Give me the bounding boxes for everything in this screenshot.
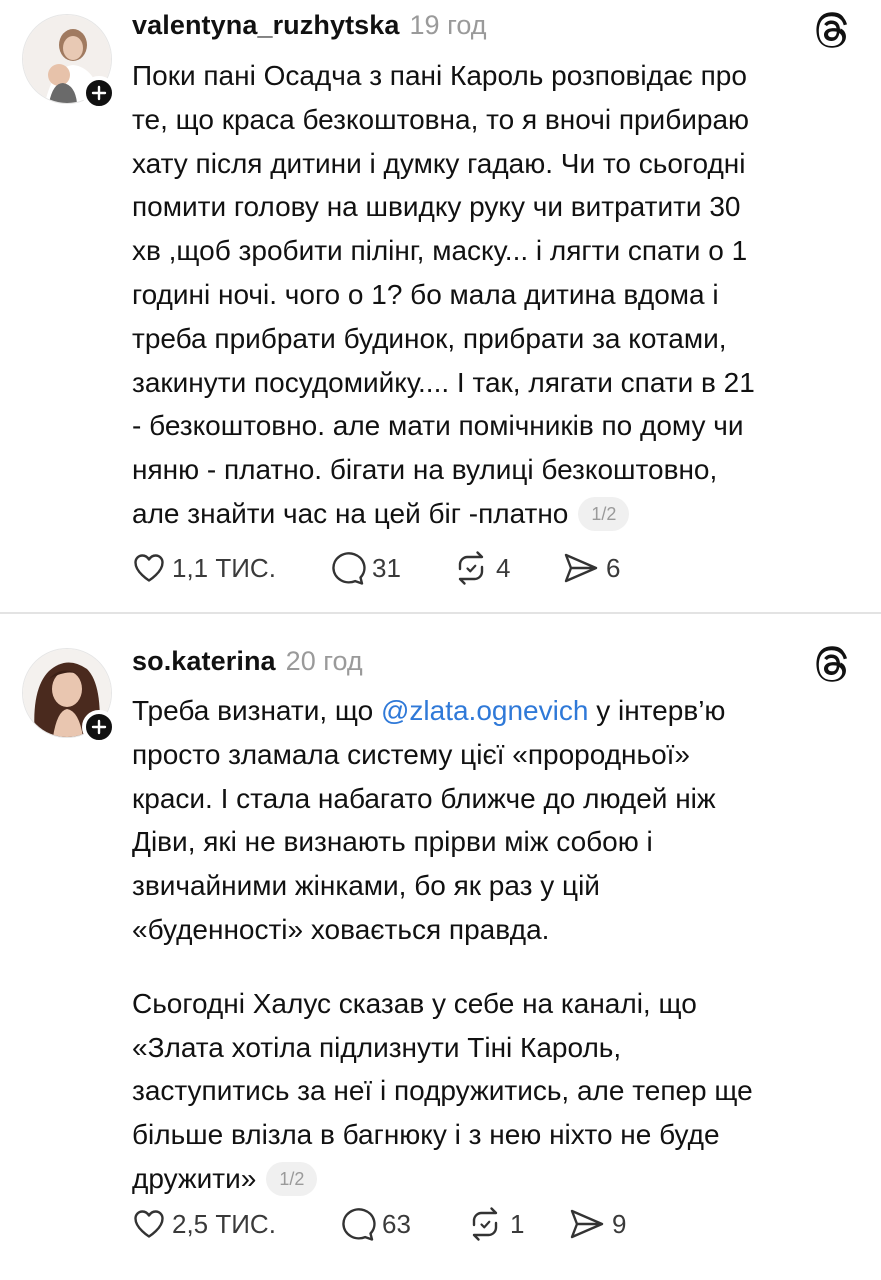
post-text-line: «Злата хотіла підлизнути Тіні Кароль,	[132, 1031, 622, 1063]
post-text-line: краси. І стала набагато ближче до людей …	[132, 782, 716, 814]
post-text-line: няню - платно. бігати на вулиці безкошто…	[132, 454, 718, 486]
action-bar: 1,1 ТИС. 31 4 6	[132, 548, 732, 588]
timestamp: 19 год	[409, 10, 487, 40]
comment-count: 31	[372, 552, 401, 583]
post-text-line: більше влізла в багнюку і з нею ніхто не…	[132, 1119, 720, 1151]
post-text-line: заступитись за неї і подружитись, але те…	[132, 1075, 753, 1107]
like-button[interactable]: 1,1 ТИС.	[132, 548, 276, 588]
post-text: Поки пані Осадча з пані Кароль розповіда…	[132, 54, 852, 536]
heart-icon	[134, 554, 164, 582]
repost-button[interactable]: 1	[466, 1204, 524, 1244]
post-text-line: Треба визнати, що @zlata.ognevich у інте…	[132, 689, 852, 733]
mention-link[interactable]: @zlata.ognevich	[381, 695, 588, 726]
heart-icon	[134, 1210, 164, 1238]
text-segment: Треба визнати, що	[132, 695, 381, 726]
post-text-line: помити голову на швидку руку чи витратит…	[132, 191, 741, 223]
avatar[interactable]	[22, 648, 116, 744]
timestamp: 20 год	[285, 646, 363, 676]
repost-icon	[472, 1207, 498, 1241]
share-button[interactable]: 6	[562, 548, 620, 588]
post-header: so.katerina 20 год	[132, 646, 881, 686]
page-indicator[interactable]: 1/2	[266, 1161, 318, 1196]
username[interactable]: valentyna_ruzhytska	[132, 10, 400, 41]
text-segment: у інтерв’ю	[588, 695, 726, 726]
comment-icon	[342, 1208, 376, 1241]
plus-icon[interactable]	[82, 76, 116, 110]
like-count: 2,5 ТИС.	[172, 1208, 276, 1239]
post-header: valentyna_ruzhytska 19 год	[132, 10, 881, 50]
avatar[interactable]	[22, 14, 116, 110]
post-text-line: просто зламала систему цієї «прородньої»	[132, 738, 691, 770]
plus-icon[interactable]	[82, 710, 116, 744]
comment-count: 63	[382, 1208, 411, 1239]
like-count: 1,1 ТИС.	[172, 552, 276, 583]
threads-logo-icon[interactable]	[815, 646, 849, 684]
post-text-line: - безкоштовно. але мати помічників по до…	[132, 410, 744, 442]
post-text-line: Сьогодні Халус сказав у себе на каналі, …	[132, 987, 697, 1019]
post-text: Треба визнати, що @zlata.ognevich у інте…	[132, 689, 852, 1201]
thread-post: so.katerina 20 год Треба визнати, що @zl…	[0, 614, 881, 1280]
like-button[interactable]: 2,5 ТИС.	[132, 1204, 276, 1244]
post-text-line: «буденності» ховається правда.	[132, 913, 550, 945]
post-text-line: дружити»	[132, 1162, 257, 1194]
post-text-line: але знайти час на цей біг -платно	[132, 497, 569, 529]
post-text-line: годині ночі. чого о 1? бо мала дитина вд…	[132, 278, 719, 310]
share-icon	[564, 553, 598, 583]
repost-icon	[458, 551, 484, 585]
thread-post: valentyna_ruzhytska 19 год Поки пані Оса…	[0, 0, 881, 612]
post-text-line-last: дружити» 1/2	[132, 1157, 852, 1201]
post-text-line: Діви, які не визнають прірви між собою і	[132, 826, 653, 858]
share-count: 9	[612, 1208, 627, 1239]
post-text-line-last: але знайти час на цей біг -платно 1/2	[132, 492, 852, 536]
post-text-line: закинути посудомийку.... І так, лягати с…	[132, 366, 755, 398]
repost-button[interactable]: 4	[452, 548, 510, 588]
post-text-line: звичайними жінками, бо як раз у цій	[132, 870, 600, 902]
post-text-line: треба прибрати будинок, прибрати за кота…	[132, 322, 727, 354]
action-bar: 2,5 ТИС. 63 1 9	[132, 1204, 732, 1244]
threads-logo-icon[interactable]	[815, 12, 849, 50]
share-count: 6	[606, 552, 621, 583]
repost-count: 1	[510, 1208, 525, 1239]
username[interactable]: so.katerina	[132, 646, 276, 677]
comment-icon	[332, 552, 366, 585]
comment-button[interactable]: 63	[338, 1204, 411, 1244]
post-text-line: хв ,щоб зробити пілінг, маску... і лягти…	[132, 235, 748, 267]
post-text-line: хату після дитини і думку гадаю. Чи то с…	[132, 147, 746, 179]
repost-count: 4	[496, 552, 511, 583]
post-text-line: Поки пані Осадча з пані Кароль розповіда…	[132, 60, 747, 91]
share-button[interactable]: 9	[568, 1204, 626, 1244]
page-indicator[interactable]: 1/2	[578, 496, 630, 531]
post-text-line: те, що краса безкоштовна, то я вночі при…	[132, 103, 750, 135]
share-icon	[570, 1209, 604, 1239]
comment-button[interactable]: 31	[328, 548, 401, 588]
